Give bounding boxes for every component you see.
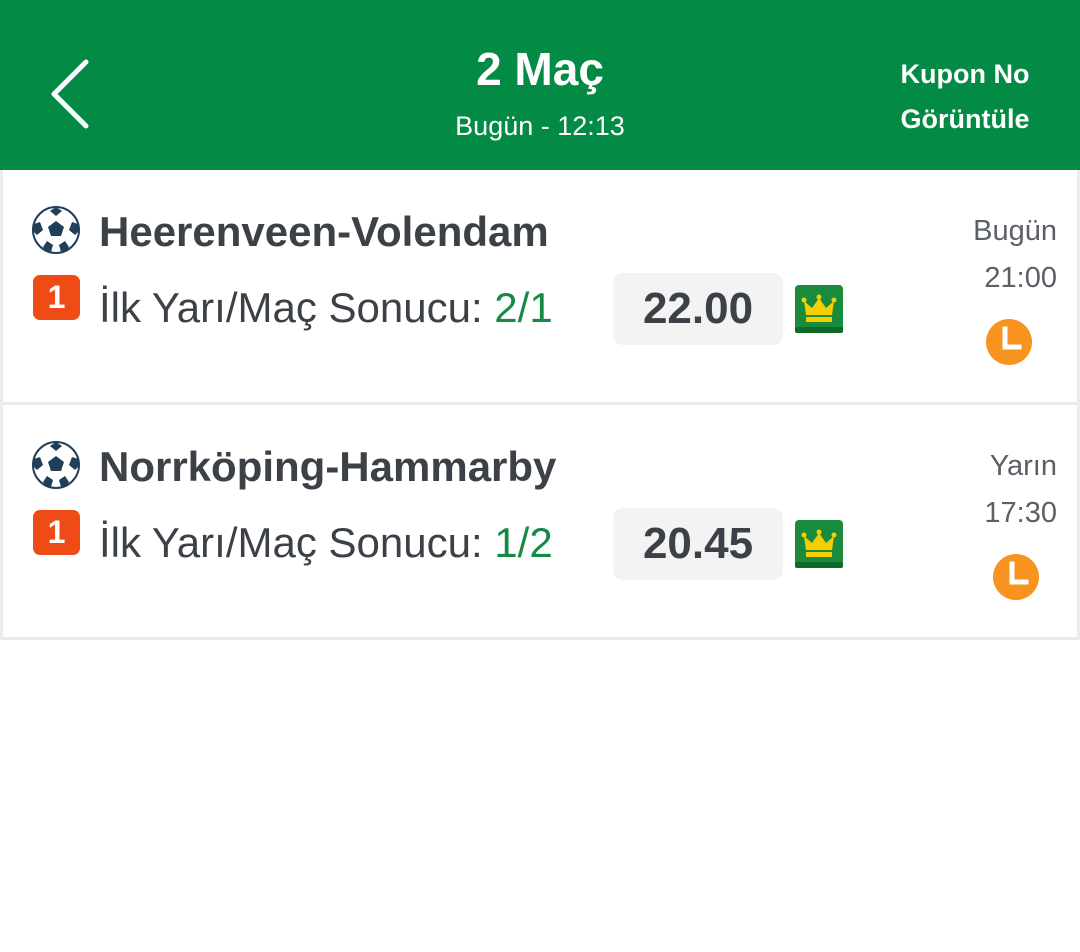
match-day: Yarın <box>989 450 1057 482</box>
crown-icon <box>795 285 843 333</box>
pick-number-badge: 1 <box>33 275 80 320</box>
soccer-ball-icon <box>32 206 80 254</box>
market-line: İlk Yarı/Maç Sonucu: 2/1 <box>99 282 553 334</box>
match-time: 17:30 <box>984 497 1057 529</box>
match-day: Bugün <box>973 215 1057 247</box>
kupon-label-line2: Görüntüle <box>900 104 1030 134</box>
crown-icon <box>795 520 843 568</box>
kupon-label-line1: Kupon No <box>900 59 1030 89</box>
title-block: 2 Maç Bugün - 12:13 <box>240 40 840 144</box>
clock-icon <box>986 319 1032 365</box>
soccer-ball-icon <box>32 441 80 489</box>
page-subtitle: Bugün - 12:13 <box>455 111 625 141</box>
match-time: 21:00 <box>984 262 1057 294</box>
top-bar: 2 Maç Bugün - 12:13 Kupon No Görüntüle <box>0 0 1080 170</box>
view-coupon-number-button[interactable]: Kupon No Görüntüle <box>880 52 1050 142</box>
clock-icon <box>993 554 1039 600</box>
match-title: Heerenveen-Volendam <box>99 208 549 255</box>
match-title: Norrköping-Hammarby <box>99 443 557 490</box>
market-pick: 2/1 <box>494 284 553 331</box>
page-title: 2 Maç <box>476 43 604 95</box>
market-label: İlk Yarı/Maç Sonucu: <box>99 284 483 331</box>
market-pick: 1/2 <box>494 519 553 566</box>
match-list: Heerenveen-Volendam 1 İlk Yarı/Maç Sonuc… <box>0 170 1080 640</box>
odds-value[interactable]: 20.45 <box>613 508 783 580</box>
match-card[interactable]: Heerenveen-Volendam 1 İlk Yarı/Maç Sonuc… <box>0 170 1080 405</box>
pick-number-badge: 1 <box>33 510 80 555</box>
chevron-left-icon <box>51 59 89 129</box>
market-line: İlk Yarı/Maç Sonucu: 1/2 <box>99 517 553 569</box>
market-label: İlk Yarı/Maç Sonucu: <box>99 519 483 566</box>
match-card[interactable]: Norrköping-Hammarby 1 İlk Yarı/Maç Sonuc… <box>0 405 1080 640</box>
back-button[interactable] <box>40 52 110 142</box>
odds-value[interactable]: 22.00 <box>613 273 783 345</box>
